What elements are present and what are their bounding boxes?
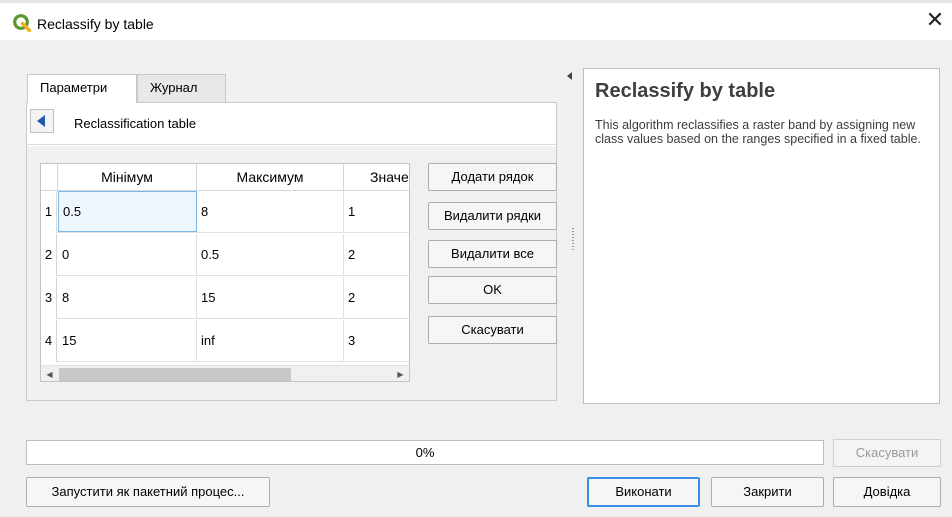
horizontal-scrollbar[interactable]: ◀ ▶ xyxy=(41,365,409,381)
cell-maximum[interactable]: 15 xyxy=(197,277,344,319)
progress-bar: 0% xyxy=(26,440,824,465)
cell-maximum[interactable]: 0.5 xyxy=(197,234,344,276)
cell-maximum[interactable]: 8 xyxy=(197,191,344,233)
tab-log[interactable]: Журнал xyxy=(137,74,226,102)
table-row: 4 15 inf 3 xyxy=(41,320,409,362)
remove-rows-button[interactable]: Видалити рядки xyxy=(428,202,557,230)
splitter-handle[interactable] xyxy=(572,228,574,250)
table-row: 3 8 15 2 xyxy=(41,277,409,319)
cell-minimum[interactable]: 8 xyxy=(58,277,197,319)
run-as-batch-button[interactable]: Запустити як пакетний процес... xyxy=(26,477,270,507)
qgis-logo-icon xyxy=(13,14,31,32)
cell-value[interactable]: 3 xyxy=(344,320,409,362)
remove-all-button[interactable]: Видалити все xyxy=(428,240,557,268)
cancel-button[interactable]: Скасувати xyxy=(833,439,941,467)
table-row: 2 0 0.5 2 xyxy=(41,234,409,276)
table-header: Мінімум Максимум Значення xyxy=(41,164,409,191)
cell-minimum[interactable]: 0.5 xyxy=(58,191,197,232)
column-header-maximum[interactable]: Максимум xyxy=(197,164,344,190)
parameters-panel: Reclassification table Мінімум Максимум … xyxy=(26,102,557,401)
row-number[interactable]: 2 xyxy=(41,234,57,276)
cell-value[interactable]: 2 xyxy=(344,277,409,319)
cell-maximum[interactable]: inf xyxy=(197,320,344,362)
corner-cell xyxy=(41,164,58,190)
title-bar: Reclassify by table ✕ xyxy=(0,0,952,40)
help-panel: Reclassify by table This algorithm recla… xyxy=(583,68,940,404)
help-description: This algorithm reclassifies a raster ban… xyxy=(595,118,921,146)
help-title: Reclassify by table xyxy=(595,80,776,102)
run-button[interactable]: Виконати xyxy=(587,477,700,507)
close-window-icon[interactable]: ✕ xyxy=(918,3,952,40)
row-number[interactable]: 4 xyxy=(41,320,57,362)
row-number[interactable]: 1 xyxy=(41,191,57,233)
scrollbar-thumb[interactable] xyxy=(59,368,291,381)
table-editor: Мінімум Максимум Значення 1 0.5 8 1 2 0 … xyxy=(27,146,557,400)
tab-parameters[interactable]: Параметри xyxy=(27,74,137,103)
collapse-help-icon[interactable] xyxy=(567,72,572,80)
window-title: Reclassify by table xyxy=(37,16,154,32)
row-number[interactable]: 3 xyxy=(41,277,57,319)
scroll-left-icon[interactable]: ◀ xyxy=(41,366,58,381)
column-header-value[interactable]: Значення xyxy=(344,164,409,190)
reclassification-table[interactable]: Мінімум Максимум Значення 1 0.5 8 1 2 0 … xyxy=(40,163,410,382)
cancel-table-button[interactable]: Скасувати xyxy=(428,316,557,344)
cell-minimum[interactable]: 0 xyxy=(58,234,197,276)
add-row-button[interactable]: Додати рядок xyxy=(428,163,557,191)
back-arrow-icon xyxy=(37,115,45,127)
scroll-right-icon[interactable]: ▶ xyxy=(392,366,409,381)
back-button[interactable] xyxy=(30,109,54,133)
breadcrumb: Reclassification table xyxy=(27,103,556,145)
column-header-minimum[interactable]: Мінімум xyxy=(58,164,197,190)
cell-value[interactable]: 1 xyxy=(344,191,409,233)
help-button[interactable]: Довідка xyxy=(833,477,941,507)
close-button[interactable]: Закрити xyxy=(711,477,824,507)
cell-minimum[interactable]: 15 xyxy=(58,320,197,362)
ok-button[interactable]: OK xyxy=(428,276,557,304)
table-row: 1 0.5 8 1 xyxy=(41,191,409,233)
cell-value[interactable]: 2 xyxy=(344,234,409,276)
breadcrumb-label: Reclassification table xyxy=(74,116,197,131)
